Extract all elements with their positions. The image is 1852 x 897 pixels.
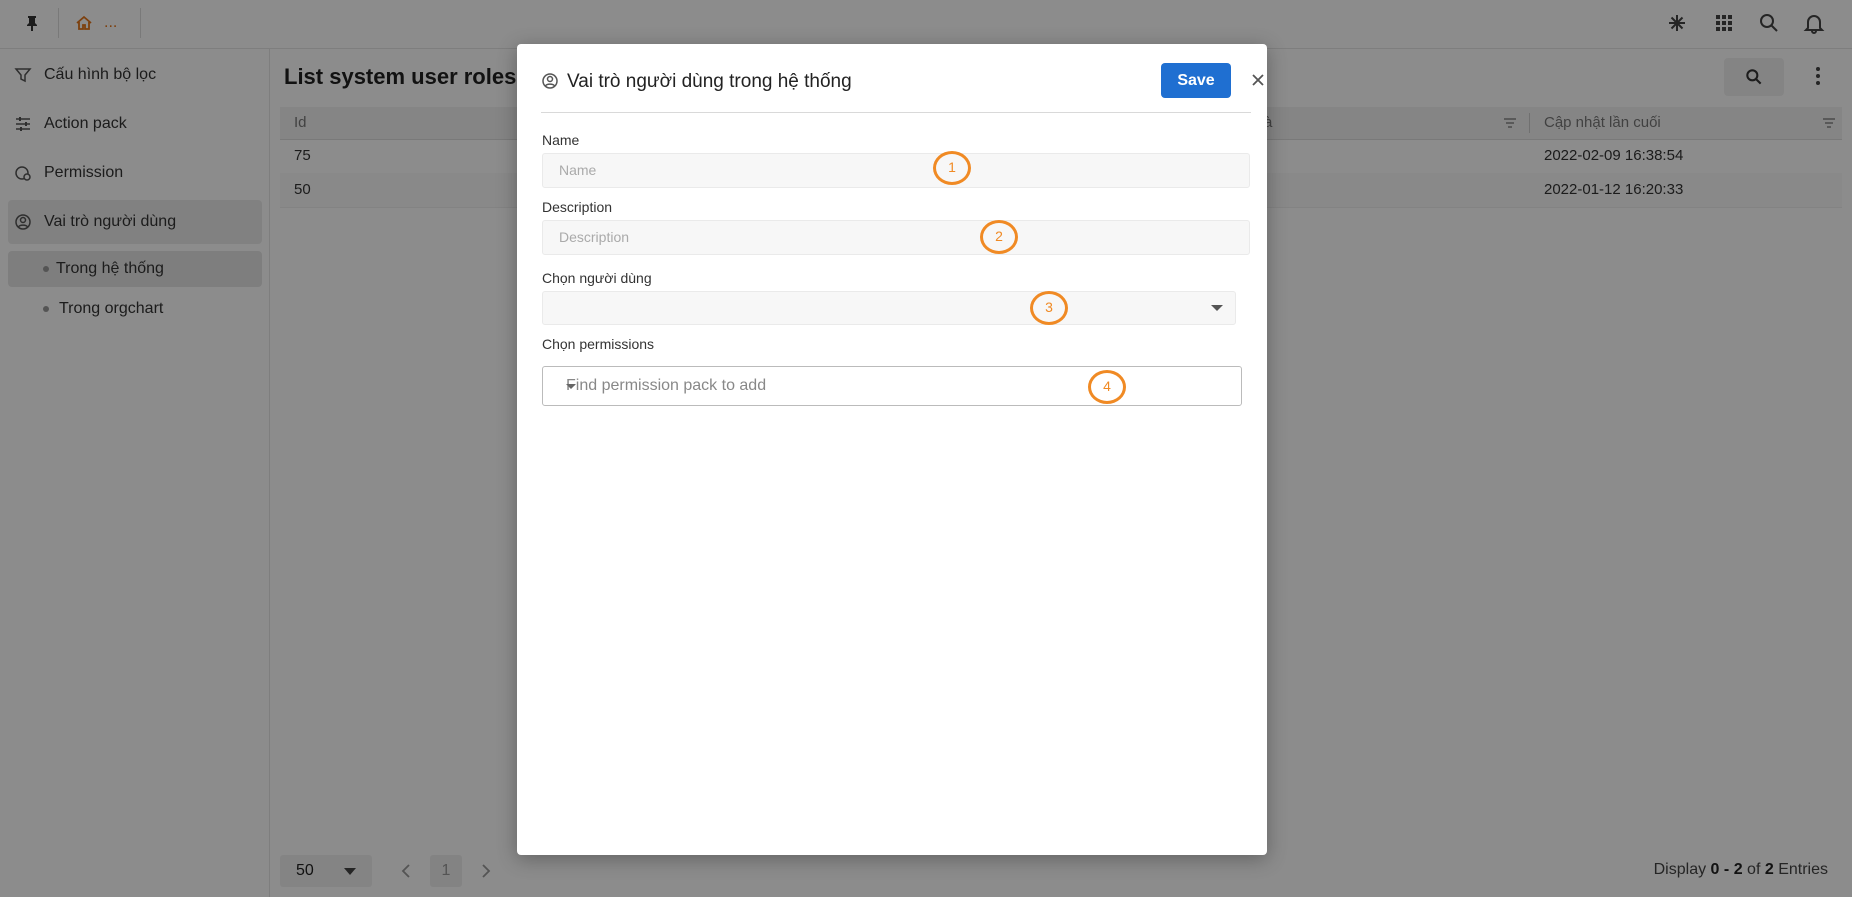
permissions-placeholder: Find permission pack to add — [566, 377, 767, 394]
user-role-dialog: Vai trò người dùng trong hệ thống Save N… — [517, 44, 1267, 855]
caret-down-icon — [566, 384, 576, 389]
user-circle-icon — [542, 73, 558, 89]
description-label: Description — [542, 199, 613, 215]
annotation-marker: 1 — [933, 151, 971, 185]
users-select[interactable] — [542, 291, 1236, 325]
caret-down-icon — [1211, 305, 1223, 311]
users-label: Chọn người dùng — [542, 270, 652, 286]
dialog-header: Vai trò người dùng trong hệ thống Save — [541, 44, 1264, 113]
save-button[interactable]: Save — [1161, 63, 1231, 98]
permissions-select[interactable]: Find permission pack to add — [542, 366, 1242, 406]
annotation-marker: 2 — [980, 220, 1018, 254]
name-field[interactable]: Name — [542, 153, 1250, 188]
annotation-marker: 3 — [1030, 291, 1068, 325]
name-label: Name — [542, 132, 580, 148]
dialog-title: Vai trò người dùng trong hệ thống — [567, 71, 852, 92]
permissions-label: Chọn permissions — [542, 336, 655, 352]
close-icon[interactable] — [1247, 69, 1269, 91]
annotation-marker: 4 — [1088, 370, 1126, 404]
description-field[interactable]: Description — [542, 220, 1250, 255]
